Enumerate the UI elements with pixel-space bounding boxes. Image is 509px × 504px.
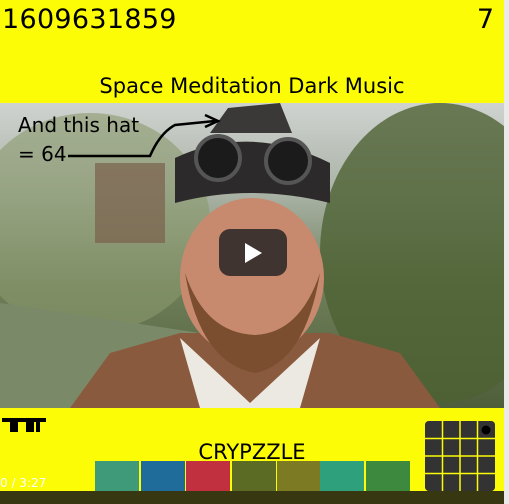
video-frame: 1609631859 7 Space Meditation Dark Music [0, 0, 509, 504]
color-swatch [277, 461, 321, 491]
count-text: 7 [476, 4, 494, 35]
timestamp-text: 1609631859 [2, 4, 177, 35]
color-swatch [366, 461, 410, 491]
time-display: 0 / 3:27 [0, 476, 47, 490]
play-icon [245, 243, 262, 263]
color-swatch [320, 461, 364, 491]
right-edge [504, 0, 509, 504]
color-swatch [141, 461, 185, 491]
top-banner: 1609631859 7 Space Meditation Dark Music [0, 0, 504, 103]
annotation-line-1: And this hat [18, 113, 140, 137]
video-title: Space Meditation Dark Music [99, 74, 405, 98]
annotation-text: And this hat = 64 [18, 111, 139, 169]
play-button[interactable] [219, 229, 287, 276]
color-palette-strip [0, 461, 504, 491]
color-swatch [232, 461, 276, 491]
wave-logo-icon [2, 418, 46, 432]
progress-bar[interactable] [0, 491, 504, 504]
annotation-line-2: = 64 [18, 142, 67, 166]
color-swatch [95, 461, 139, 491]
color-swatch [186, 461, 230, 491]
